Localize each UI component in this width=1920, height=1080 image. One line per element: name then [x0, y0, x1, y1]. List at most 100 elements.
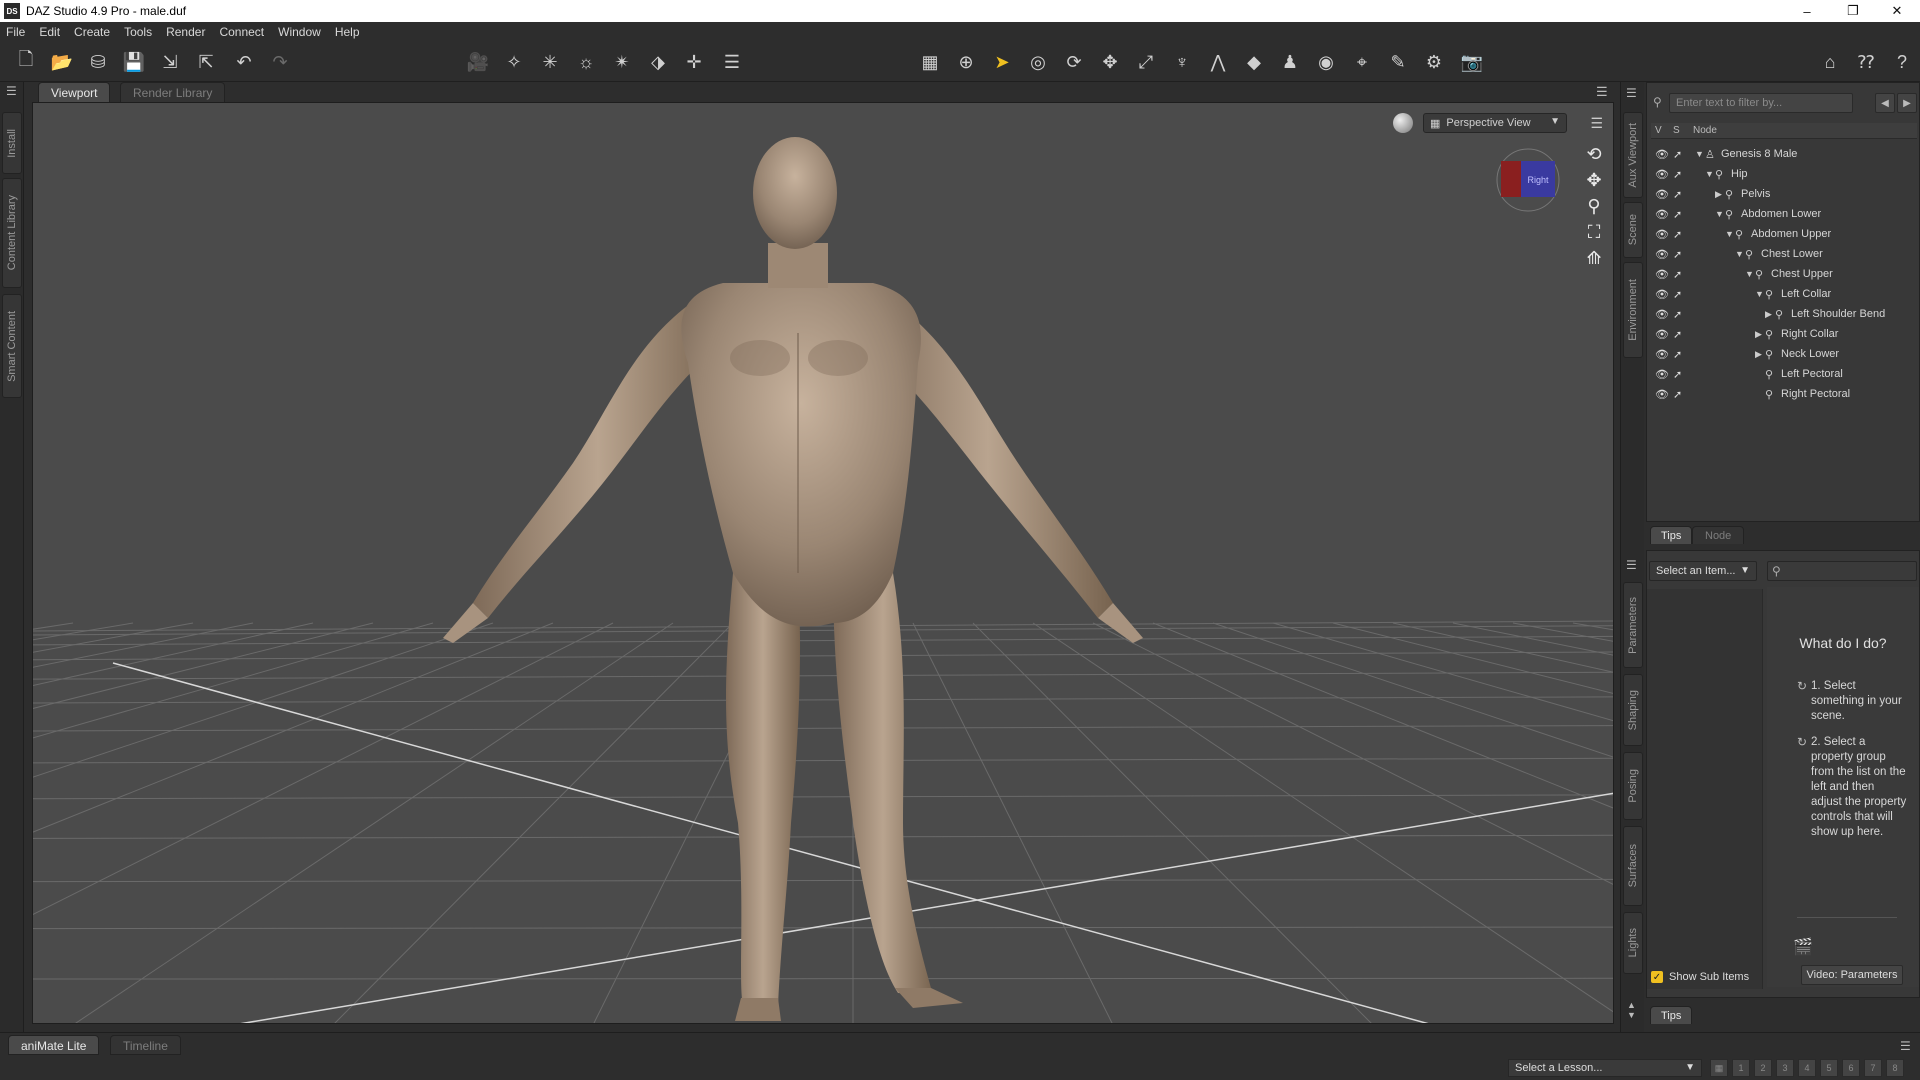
scene-node-row[interactable]: 👁 ➚ ▶ ⚲ Pelvis: [1647, 185, 1919, 205]
expand-right-icon[interactable]: ▶: [1755, 349, 1762, 360]
lesson-page-button[interactable]: 7: [1864, 1059, 1882, 1077]
expand-down-icon[interactable]: ▼: [1695, 149, 1704, 159]
visibility-eye-icon[interactable]: 👁: [1655, 188, 1669, 201]
close-button[interactable]: ✕: [1874, 0, 1920, 22]
align-tool-icon[interactable]: ☰: [720, 50, 744, 74]
viewport-tab-menu-icon[interactable]: ☰: [1596, 84, 1608, 100]
expand-down-icon[interactable]: ▼: [1745, 269, 1754, 279]
parameter-search-input[interactable]: ⚲: [1767, 561, 1917, 581]
export-icon[interactable]: ⇱: [194, 50, 218, 74]
tab-tips[interactable]: Tips: [1650, 526, 1693, 544]
tab-lights[interactable]: Lights: [1623, 912, 1643, 974]
menu-window[interactable]: Window: [278, 25, 321, 39]
expand-down-icon[interactable]: ▼: [1725, 229, 1734, 239]
selectable-arrow-icon[interactable]: ➚: [1673, 388, 1682, 401]
lesson-page-button[interactable]: 3: [1776, 1059, 1794, 1077]
scale-icon[interactable]: ⤢: [1134, 50, 1158, 74]
translate-icon[interactable]: ✥: [1098, 50, 1122, 74]
visibility-eye-icon[interactable]: 👁: [1655, 328, 1669, 341]
viewport-grid-icon[interactable]: ▦: [918, 50, 942, 74]
expand-down-icon[interactable]: ▼: [1715, 209, 1724, 219]
scene-node-row[interactable]: 👁 ➚ ▼ ⚲ Chest Lower: [1647, 245, 1919, 265]
show-sub-items-checkbox[interactable]: ✓ Show Sub Items: [1651, 971, 1749, 983]
visibility-eye-icon[interactable]: 👁: [1655, 388, 1669, 401]
geometry-editor-icon[interactable]: ◆: [1242, 50, 1266, 74]
pane-menu-icon[interactable]: ☰: [6, 84, 17, 98]
property-group-list[interactable]: [1647, 589, 1763, 989]
selectable-arrow-icon[interactable]: ➚: [1673, 228, 1682, 241]
selectable-arrow-icon[interactable]: ➚: [1673, 288, 1682, 301]
figure-setup-icon[interactable]: ♟: [1278, 50, 1302, 74]
selectable-arrow-icon[interactable]: ➚: [1673, 308, 1682, 321]
scene-node-row[interactable]: 👁 ➚ ▼ ⚲ Abdomen Upper: [1647, 225, 1919, 245]
visibility-eye-icon[interactable]: 👁: [1655, 308, 1669, 321]
lesson-page-button[interactable]: 4: [1798, 1059, 1816, 1077]
scene-node-row[interactable]: 👁 ➚ ▼ ⚲ Abdomen Lower: [1647, 205, 1919, 225]
visibility-eye-icon[interactable]: 👁: [1655, 268, 1669, 281]
joint-editor-icon[interactable]: ⋀: [1206, 50, 1230, 74]
scene-node-row[interactable]: 👁 ➚ ▼ ⚲ Hip: [1647, 165, 1919, 185]
scene-node-row[interactable]: 👁 ➚ ▶ ⚲ Right Collar: [1647, 325, 1919, 345]
menu-file[interactable]: File: [6, 25, 25, 39]
whats-this-icon[interactable]: ⁇: [1854, 50, 1878, 74]
tab-viewport[interactable]: Viewport: [38, 82, 111, 102]
scene-node-row[interactable]: 👁 ➚ ▼ ♙ Genesis 8 Male: [1647, 145, 1919, 165]
rotate-icon[interactable]: ⟳: [1062, 50, 1086, 74]
selectable-arrow-icon[interactable]: ➚: [1673, 268, 1682, 281]
tab-render-library[interactable]: Render Library: [120, 82, 226, 102]
pane-menu-icon-lower[interactable]: ☰: [1626, 558, 1637, 572]
tab-content-library[interactable]: Content Library: [2, 178, 22, 288]
visibility-eye-icon[interactable]: 👁: [1655, 368, 1669, 381]
render-icon[interactable]: 📷: [1460, 50, 1484, 74]
tab-install[interactable]: Install: [2, 112, 22, 174]
selectable-arrow-icon[interactable]: ➚: [1673, 168, 1682, 181]
selectable-arrow-icon[interactable]: ➚: [1673, 328, 1682, 341]
visibility-eye-icon[interactable]: 👁: [1655, 208, 1669, 221]
create-pointlight-icon[interactable]: ✳: [538, 50, 562, 74]
scene-node-row[interactable]: 👁 ➚ ▼ ⚲ Chest Upper: [1647, 265, 1919, 285]
create-camera-icon[interactable]: 🎥: [466, 50, 490, 74]
tab-animate-lite[interactable]: aniMate Lite: [8, 1035, 100, 1055]
tab-shaping[interactable]: Shaping: [1623, 674, 1643, 746]
orbit-icon[interactable]: ⟲: [1583, 143, 1605, 165]
view-cube[interactable]: Right: [1495, 147, 1561, 213]
maximize-button[interactable]: ❐: [1830, 0, 1876, 22]
scene-node-row[interactable]: 👁 ➚ ▶ ⚲ Neck Lower: [1647, 345, 1919, 365]
undo-icon[interactable]: ↶: [232, 50, 256, 74]
visibility-eye-icon[interactable]: 👁: [1655, 168, 1669, 181]
new-file-icon[interactable]: 🗋: [14, 49, 38, 74]
tab-parameters[interactable]: Parameters: [1623, 582, 1643, 668]
surface-selection-icon[interactable]: ◎: [1026, 50, 1050, 74]
tab-scene[interactable]: Scene: [1623, 202, 1643, 258]
zoom-icon[interactable]: ⚲: [1583, 195, 1605, 217]
menu-create[interactable]: Create: [74, 25, 110, 39]
tab-posing[interactable]: Posing: [1623, 752, 1643, 820]
expand-right-icon[interactable]: ▶: [1755, 329, 1762, 340]
save-icon[interactable]: 💾: [122, 50, 146, 74]
scroll-tabs-icon[interactable]: ▲ ▼: [1627, 1000, 1636, 1020]
scene-node-row[interactable]: 👁 ➚ ▼ ⚲ Left Collar: [1647, 285, 1919, 305]
node-selection-icon[interactable]: ➤: [990, 50, 1014, 74]
create-null-icon[interactable]: ✛: [682, 50, 706, 74]
reset-camera-icon[interactable]: ⟰: [1583, 247, 1605, 269]
select-item-dropdown[interactable]: Select an Item... ▼: [1649, 561, 1757, 581]
selectable-arrow-icon[interactable]: ➚: [1673, 368, 1682, 381]
selectable-arrow-icon[interactable]: ➚: [1673, 348, 1682, 361]
redo-icon[interactable]: ↷: [268, 50, 292, 74]
selectable-arrow-icon[interactable]: ➚: [1673, 208, 1682, 221]
active-pose-icon[interactable]: ♆: [1170, 50, 1194, 74]
filter-prev-button[interactable]: ◀: [1875, 93, 1895, 113]
open-file-icon[interactable]: 📂: [50, 50, 74, 74]
expand-down-icon[interactable]: ▼: [1705, 169, 1714, 179]
pan-icon[interactable]: ✥: [1583, 169, 1605, 191]
viewport-options-icon[interactable]: ☰: [1590, 115, 1603, 132]
menu-edit[interactable]: Edit: [39, 25, 60, 39]
viewport-3d[interactable]: ▦ Perspective View ▼ ☰ Right ⟲ ✥ ⚲ ⛶ ⟰: [32, 102, 1614, 1024]
selectable-arrow-icon[interactable]: ➚: [1673, 248, 1682, 261]
daz-home-icon[interactable]: ⌂: [1818, 50, 1842, 74]
selectable-arrow-icon[interactable]: ➚: [1673, 188, 1682, 201]
pane-menu-icon[interactable]: ☰: [1626, 86, 1637, 100]
tab-timeline[interactable]: Timeline: [110, 1035, 181, 1055]
visibility-eye-icon[interactable]: 👁: [1655, 228, 1669, 241]
create-linearlight-icon[interactable]: ✴: [610, 50, 634, 74]
